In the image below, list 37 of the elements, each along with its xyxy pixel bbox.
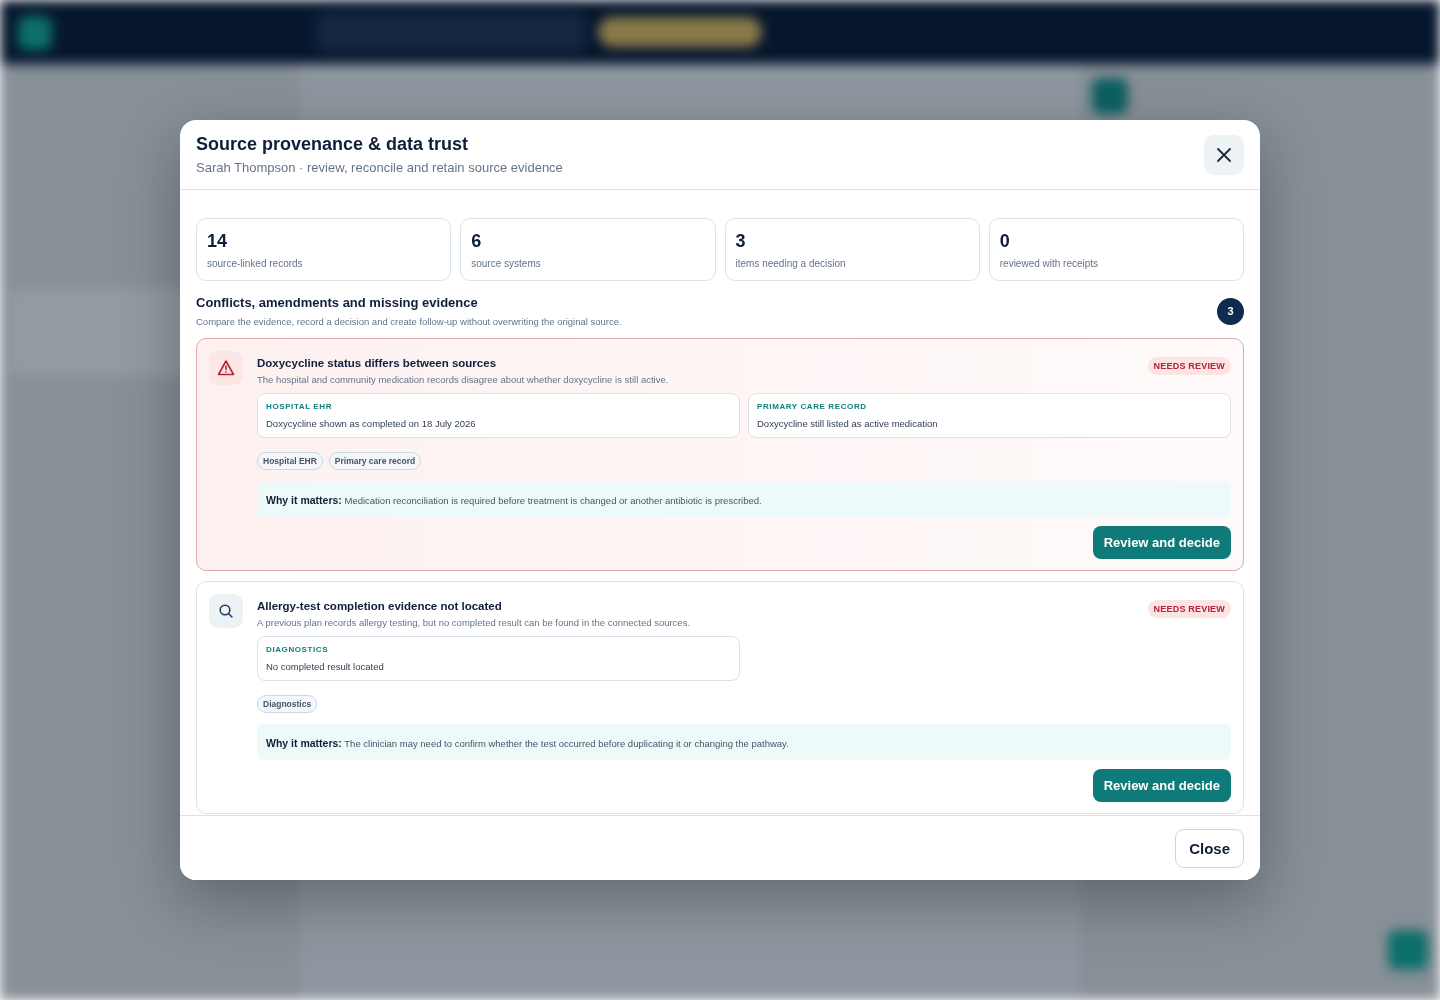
why-text: Why it matters: Medication reconciliation is required before treatment is changed or another antibiotic is prescribed. — [266, 495, 762, 506]
stat-value: 14 — [207, 231, 229, 252]
close-icon — [1216, 146, 1232, 163]
source-tag: Diagnostics — [257, 695, 318, 713]
issue-description: A previous plan records allergy testing, but no completed result can be found in the connected sources. — [257, 617, 691, 628]
evidence-source: PRIMARY CARE RECORD — [757, 402, 868, 411]
evidence-source: HOSPITAL EHR — [266, 402, 334, 411]
status-badge: NEEDS REVIEW — [1147, 600, 1231, 618]
issue-description: The hospital and community medication records disagree about whether doxycycline is still active. — [257, 374, 669, 385]
review-button[interactable]: Review and decide — [1092, 526, 1231, 559]
stat-label: reviewed with receipts — [999, 258, 1100, 269]
review-button[interactable]: Review and decide — [1092, 769, 1231, 802]
stat-label: items needing a decision — [735, 258, 847, 269]
count-badge: 3 — [1217, 297, 1244, 325]
dialog-title: Source provenance & data trust — [196, 134, 470, 155]
evidence-text: Doxycycline still listed as active medication — [757, 418, 939, 429]
section-title: Conflicts, amendments and missing evidence — [196, 295, 479, 310]
close-button[interactable] — [1204, 134, 1244, 175]
evidence-source: DIAGNOSTICS — [266, 645, 330, 654]
issue-title: Doxycycline status differs between sources — [257, 357, 498, 369]
stat-value: 6 — [471, 231, 483, 252]
stat-label: source-linked records — [207, 258, 304, 269]
evidence-text: Doxycycline shown as completed on 18 July 2026 — [266, 418, 477, 429]
evidence-text: No completed result located — [266, 661, 385, 672]
stat-label: source systems — [471, 258, 542, 269]
search-icon — [218, 603, 234, 619]
issue-title: Allergy-test completion evidence not located — [257, 600, 503, 612]
why-text: Why it matters: The clinician may need to confirm whether the test occurred before duplicating it or changing the pathway. — [266, 738, 789, 749]
close-button[interactable]: Close — [1175, 828, 1244, 868]
warning-icon — [217, 359, 235, 377]
stat-value: 3 — [735, 231, 747, 252]
source-tag: Hospital EHR — [257, 452, 323, 470]
status-badge: NEEDS REVIEW — [1147, 357, 1231, 375]
dialog-subtitle: Sarah Thompson · review, reconcile and retain source evidence — [196, 160, 563, 175]
stat-value: 0 — [999, 231, 1011, 252]
section-description: Compare the evidence, record a decision and create follow-up without overwriting the original source. — [196, 316, 622, 327]
source-tag: Primary care record — [328, 452, 422, 470]
